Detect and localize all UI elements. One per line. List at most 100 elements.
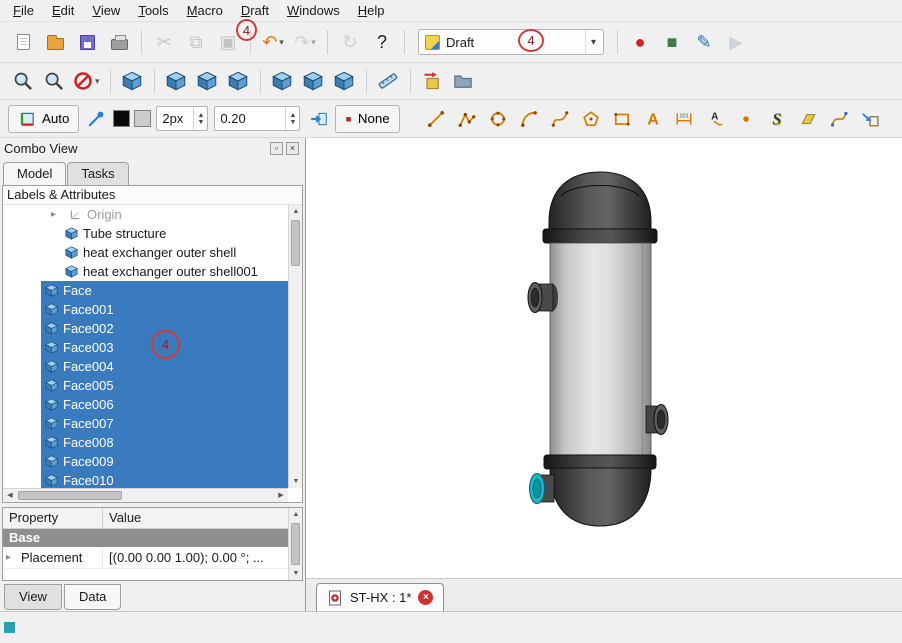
edit-placement-button[interactable] [418, 67, 447, 95]
line-width-spinner[interactable]: 2px▲▼ [156, 106, 208, 131]
menu-help[interactable]: Help [349, 1, 394, 20]
tree-hscroll-thumb[interactable] [18, 491, 122, 500]
open-file-button[interactable] [40, 27, 70, 57]
tree-item-face010[interactable]: Face010 [3, 471, 288, 488]
menu-tools[interactable]: Tools [129, 1, 177, 20]
expander-icon[interactable]: ▸ [51, 209, 64, 220]
tree-item-face006[interactable]: Face006 [3, 395, 288, 414]
upper-left-nozzle[interactable] [528, 283, 558, 313]
scroll-left-icon[interactable]: ◀ [3, 489, 17, 502]
float-panel-button[interactable]: ▫ [270, 142, 283, 155]
view-isometric-button[interactable] [118, 67, 147, 95]
menu-view[interactable]: View [83, 1, 129, 20]
close-panel-button[interactable]: × [286, 142, 299, 155]
tree-item-face007[interactable]: Face007 [3, 414, 288, 433]
view-right-button[interactable] [224, 67, 253, 95]
view-rear-button[interactable] [268, 67, 297, 95]
menu-windows[interactable]: Windows [278, 1, 349, 20]
paste-button[interactable]: ▣ [213, 27, 243, 57]
tree-item-face002[interactable]: Face002 [3, 319, 288, 338]
menu-macro[interactable]: Macro [178, 1, 232, 20]
tree-item-tube-structure[interactable]: Tube structure [3, 224, 288, 243]
draft-bspline-button[interactable] [546, 105, 575, 133]
tree-vscroll-thumb[interactable] [291, 220, 300, 266]
cut-button[interactable]: ✂ [149, 27, 179, 57]
tab-view[interactable]: View [4, 584, 62, 610]
fit-selection-button[interactable] [39, 67, 68, 95]
document-tab[interactable]: ST-HX : 1* × [316, 583, 444, 611]
print-button[interactable] [104, 27, 134, 57]
top-dome-face[interactable] [549, 172, 651, 236]
draft-line-button[interactable] [422, 105, 451, 133]
measure-distance-button[interactable] [374, 67, 403, 95]
tree-item-face[interactable]: Face [3, 281, 288, 300]
macro-stop-button[interactable]: ■ [657, 27, 687, 57]
3d-viewport[interactable]: ST-HX : 1* × [306, 138, 902, 611]
spin-down-icon[interactable]: ▼ [197, 119, 204, 126]
snap-toggle-button[interactable] [81, 105, 110, 133]
view-front-button[interactable] [162, 67, 191, 95]
new-document-button[interactable] [8, 27, 38, 57]
menu-file[interactable]: File [4, 1, 43, 20]
property-vscroll-thumb[interactable] [291, 523, 300, 565]
draft-polygon-button[interactable] [577, 105, 606, 133]
refresh-button[interactable]: ↻ [335, 27, 365, 57]
property-vertical-scrollbar[interactable]: ▲ ▼ [288, 508, 302, 580]
menu-draft[interactable]: Draft [232, 1, 278, 20]
view-top-button[interactable] [193, 67, 222, 95]
macro-play-button[interactable]: ▶ [721, 27, 751, 57]
tree-item-face001[interactable]: Face001 [3, 300, 288, 319]
draft-wire-button[interactable] [453, 105, 482, 133]
tab-model[interactable]: Model [3, 162, 66, 185]
draft-rectangle-button[interactable] [608, 105, 637, 133]
face-color-swatch[interactable] [134, 110, 151, 127]
tree-item-face009[interactable]: Face009 [3, 452, 288, 471]
text-scale-spin-arrows[interactable]: ▲▼ [285, 107, 299, 130]
draft-label-button[interactable] [701, 105, 730, 133]
tab-tasks[interactable]: Tasks [67, 162, 128, 185]
expander-icon[interactable]: ▸ [6, 552, 19, 563]
open-group-button[interactable] [449, 67, 478, 95]
tree-item-origin[interactable]: ▸Origin [3, 205, 288, 224]
workbench-selector[interactable]: Draft▾ [418, 29, 604, 55]
save-button[interactable] [72, 27, 102, 57]
redo-button[interactable]: ↷▾ [290, 27, 320, 57]
draft-arc-button[interactable] [515, 105, 544, 133]
lower-left-nozzle[interactable] [530, 474, 555, 504]
macro-edit-button[interactable]: ✎ [689, 27, 719, 57]
line-width-spin-arrows[interactable]: ▲▼ [193, 107, 207, 130]
working-plane-auto-button[interactable]: Auto [8, 105, 79, 133]
top-flange-band[interactable] [543, 229, 657, 243]
tree-horizontal-scrollbar[interactable]: ◀ ▶ [3, 488, 288, 502]
tree-item-heat-exchanger-outer-shell001[interactable]: heat exchanger outer shell001 [3, 262, 288, 281]
scroll-down-icon[interactable]: ▼ [289, 475, 303, 488]
view-bottom-button[interactable] [299, 67, 328, 95]
draft-text-button[interactable] [639, 105, 668, 133]
view-left-button[interactable] [330, 67, 359, 95]
draft-bezier-button[interactable] [825, 105, 854, 133]
close-document-button[interactable]: × [418, 590, 433, 605]
draft-shapestring-button[interactable] [763, 105, 792, 133]
bottom-flange-band[interactable] [544, 455, 656, 469]
menu-edit[interactable]: Edit [43, 1, 83, 20]
tree-item-face008[interactable]: Face008 [3, 433, 288, 452]
copy-button[interactable]: ⧉ [181, 27, 211, 57]
right-nozzle[interactable] [646, 405, 668, 435]
scroll-right-icon[interactable]: ▶ [274, 489, 288, 503]
line-color-swatch[interactable] [113, 110, 130, 127]
draft-circle-button[interactable] [484, 105, 513, 133]
property-row-placement[interactable]: ▸Placement[(0.00 0.00 1.00); 0.00 °; ... [3, 547, 288, 569]
scroll-down-icon[interactable]: ▼ [289, 567, 303, 580]
draft-move-to-group-button[interactable] [856, 105, 885, 133]
workbench-selector-dropdown-icon[interactable]: ▾ [585, 30, 601, 54]
tab-data[interactable]: Data [64, 584, 121, 610]
draft-facebinder-button[interactable] [794, 105, 823, 133]
whats-this-button[interactable]: ? [367, 27, 397, 57]
heat-exchanger-model[interactable] [306, 138, 902, 579]
draw-style-dropdown-icon[interactable]: ▾ [95, 76, 100, 87]
spin-down-icon[interactable]: ▼ [289, 119, 296, 126]
undo-dropdown-icon[interactable]: ▾ [279, 37, 284, 48]
draft-dimension-button[interactable] [670, 105, 699, 133]
tree-item-face004[interactable]: Face004 [3, 357, 288, 376]
draw-style-button[interactable]: ▾ [70, 67, 103, 95]
